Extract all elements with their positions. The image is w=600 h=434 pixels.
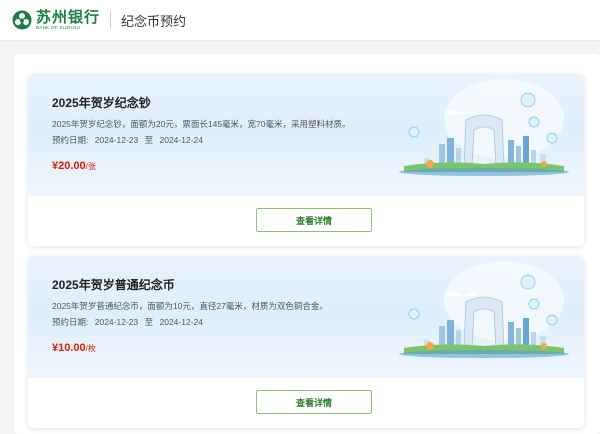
reservation-date: 预约日期: 2024-12-23 至 2024-12-24 bbox=[52, 316, 207, 328]
date-separator: 至 bbox=[144, 135, 154, 145]
product-card: 2025年贺岁纪念钞 2025年贺岁纪念钞，面额为20元，票面长145毫米，宽7… bbox=[28, 74, 584, 246]
date-separator: 至 bbox=[144, 317, 154, 327]
reservation-date: 预约日期: 2024-12-23 至 2024-12-24 bbox=[52, 134, 207, 146]
product-card: 2025年贺岁普通纪念币 2025年贺岁普通纪念币，面额为10元，直径27毫米，… bbox=[28, 256, 584, 428]
price: ¥20.00/张 bbox=[52, 160, 96, 172]
date-end: 2024-12-24 bbox=[159, 135, 203, 145]
price-value: ¥10.00 bbox=[52, 342, 86, 354]
price-value: ¥20.00 bbox=[52, 160, 86, 172]
card-description: 2025年贺岁普通纪念币，面额为10元，直径27毫米，材质为双色铜合金。 bbox=[52, 301, 328, 311]
bank-logo[interactable]: 苏州银行 BANK OF SUZHOU bbox=[12, 9, 100, 31]
bank-name-en: BANK OF SUZHOU bbox=[36, 25, 81, 30]
content-panel: 2025年贺岁纪念钞 2025年贺岁纪念钞，面额为20元，票面长145毫米，宽7… bbox=[14, 54, 600, 434]
card-title: 2025年贺岁普通纪念币 bbox=[52, 278, 175, 292]
top-header: 苏州银行 BANK OF SUZHOU 纪念币预约 bbox=[0, 0, 600, 41]
card-description: 2025年贺岁纪念钞，面额为20元，票面长145毫米，宽70毫米，采用塑料材质。 bbox=[52, 119, 351, 129]
price-unit: /枚 bbox=[85, 344, 96, 353]
date-label: 预约日期: bbox=[52, 317, 89, 327]
page-title: 纪念币预约 bbox=[121, 13, 187, 29]
view-details-button[interactable]: 查看详情 bbox=[256, 390, 372, 414]
suzhou-skyline-illustration bbox=[399, 79, 569, 176]
card-footer: 查看详情 bbox=[28, 378, 584, 428]
date-end: 2024-12-24 bbox=[159, 317, 203, 327]
card-banner: 2025年贺岁纪念钞 2025年贺岁纪念钞，面额为20元，票面长145毫米，宽7… bbox=[28, 74, 584, 196]
card-title: 2025年贺岁纪念钞 bbox=[52, 96, 151, 110]
header-divider bbox=[110, 11, 112, 29]
bank-name-cn: 苏州银行 bbox=[36, 8, 101, 26]
date-start: 2024-12-23 bbox=[94, 317, 139, 327]
view-details-button[interactable]: 查看详情 bbox=[256, 208, 372, 232]
suzhou-skyline-illustration bbox=[399, 261, 569, 358]
date-start: 2024-12-23 bbox=[94, 135, 139, 145]
bank-logo-icon bbox=[12, 10, 32, 30]
card-banner: 2025年贺岁普通纪念币 2025年贺岁普通纪念币，面额为10元，直径27毫米，… bbox=[28, 256, 584, 378]
date-label: 预约日期: bbox=[52, 135, 89, 145]
price: ¥10.00/枚 bbox=[52, 342, 96, 354]
price-unit: /张 bbox=[85, 162, 96, 171]
card-footer: 查看详情 bbox=[28, 196, 584, 246]
